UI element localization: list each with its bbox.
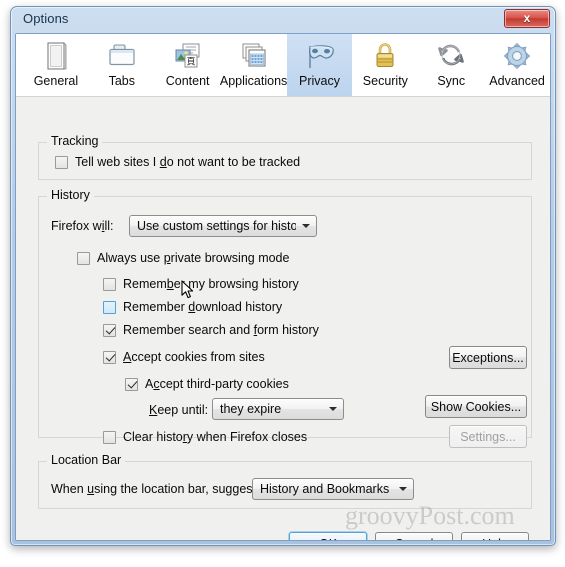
location-bar-group: Location Bar When using the location bar… [38,453,532,509]
general-icon [39,40,73,72]
tab-tabs-label: Tabs [108,74,135,88]
tab-privacy-label: Privacy [299,74,340,88]
tab-general[interactable]: General [23,34,89,96]
keep-until-value: they expire [220,402,282,416]
clear-on-close-checkbox[interactable] [103,430,116,444]
tracking-legend: Tracking [47,134,103,148]
remember-download-row[interactable]: Remember download history [103,300,282,314]
do-not-track-checkbox[interactable] [55,155,68,169]
svg-text:頁: 頁 [186,57,195,68]
settings-button[interactable]: Settings... [449,425,527,448]
applications-icon [237,40,271,72]
remember-download-label: Remember download history [123,300,283,314]
help-button[interactable]: Help [461,532,529,540]
ok-button[interactable]: OK [289,532,367,540]
location-bar-legend: Location Bar [47,453,126,467]
tab-advanced-label: Advanced [489,74,545,88]
chevron-down-icon [296,224,316,228]
tab-tabs[interactable]: Tabs [89,34,155,96]
history-legend: History [47,188,94,202]
tab-security[interactable]: Security [352,34,418,96]
remember-search-form-label: Remember search and form history [123,323,319,337]
remember-search-form-checkbox[interactable] [103,323,116,337]
window-client-area: General Tabs 頁 Content Applications Priv… [15,33,551,541]
privacy-mask-icon [303,40,337,72]
tabs-icon [105,40,139,72]
content-icon: 頁 [171,40,205,72]
remember-search-form-row[interactable]: Remember search and form history [103,323,319,337]
close-button[interactable]: x [504,9,550,28]
cancel-button[interactable]: Cancel [375,532,453,540]
close-icon: x [523,11,531,25]
always-private-row[interactable]: Always use private browsing mode [77,251,289,265]
remember-browsing-row[interactable]: Remember my browsing history [103,277,299,291]
gear-icon [500,40,534,72]
tab-content-label: Content [165,74,210,88]
title-bar: Options x [11,7,555,33]
tab-content[interactable]: 頁 Content [155,34,221,96]
suggest-value: History and Bookmarks [260,482,390,496]
sync-arrows-icon [434,40,468,72]
tracking-group: Tracking Tell web sites I do not want to… [38,134,532,180]
always-private-checkbox[interactable] [77,251,90,265]
do-not-track-row[interactable]: Tell web sites I do not want to be track… [55,155,300,169]
tab-advanced[interactable]: Advanced [484,34,550,96]
tab-security-label: Security [362,74,408,88]
tab-applications[interactable]: Applications [219,34,288,96]
tab-sync[interactable]: Sync [418,34,484,96]
accept-third-party-label: Accept third-party cookies [145,377,289,391]
remember-download-checkbox[interactable] [103,300,116,314]
accept-third-party-checkbox[interactable] [125,377,138,391]
options-tabstrip: General Tabs 頁 Content Applications Priv… [16,34,550,97]
history-mode-dropdown[interactable]: Use custom settings for history [129,215,317,237]
tab-privacy[interactable]: Privacy [286,34,353,96]
suggest-dropdown[interactable]: History and Bookmarks [252,478,414,500]
chevron-down-icon [323,407,343,411]
options-content-panel: General Tabs 頁 Content Applications Priv… [16,34,550,540]
window-title: Options [23,11,69,26]
keep-until-label: Keep until: [149,403,209,417]
do-not-track-label: Tell web sites I do not want to be track… [75,155,301,169]
help-button-label: Help [482,537,508,541]
chevron-down-icon [393,487,413,491]
show-cookies-button[interactable]: Show Cookies... [425,395,527,418]
exceptions-button[interactable]: Exceptions... [449,346,527,369]
keep-until-dropdown[interactable]: they expire [212,398,344,420]
accept-cookies-checkbox[interactable] [103,350,116,364]
accept-cookies-label: Accept cookies from sites [123,350,265,364]
always-private-label: Always use private browsing mode [97,251,290,265]
tab-applications-label: Applications [219,74,288,88]
history-group: History Firefox will: Use custom setting… [38,188,532,448]
tab-general-label: General [33,74,79,88]
padlock-icon [368,40,402,72]
history-mode-value: Use custom settings for history [137,219,296,233]
firefox-will-label: Firefox will: [51,219,114,233]
accept-third-party-row[interactable]: Accept third-party cookies [125,377,289,391]
suggest-label: When using the location bar, suggest: [51,482,260,496]
accept-cookies-row[interactable]: Accept cookies from sites [103,350,265,364]
remember-browsing-checkbox[interactable] [103,277,116,291]
clear-on-close-row[interactable]: Clear history when Firefox closes [103,430,307,444]
tab-sync-label: Sync [437,74,466,88]
options-window: Options x General Tabs 頁 Content Applica… [10,6,556,546]
remember-browsing-label: Remember my browsing history [123,277,299,291]
clear-on-close-label: Clear history when Firefox closes [123,430,308,444]
